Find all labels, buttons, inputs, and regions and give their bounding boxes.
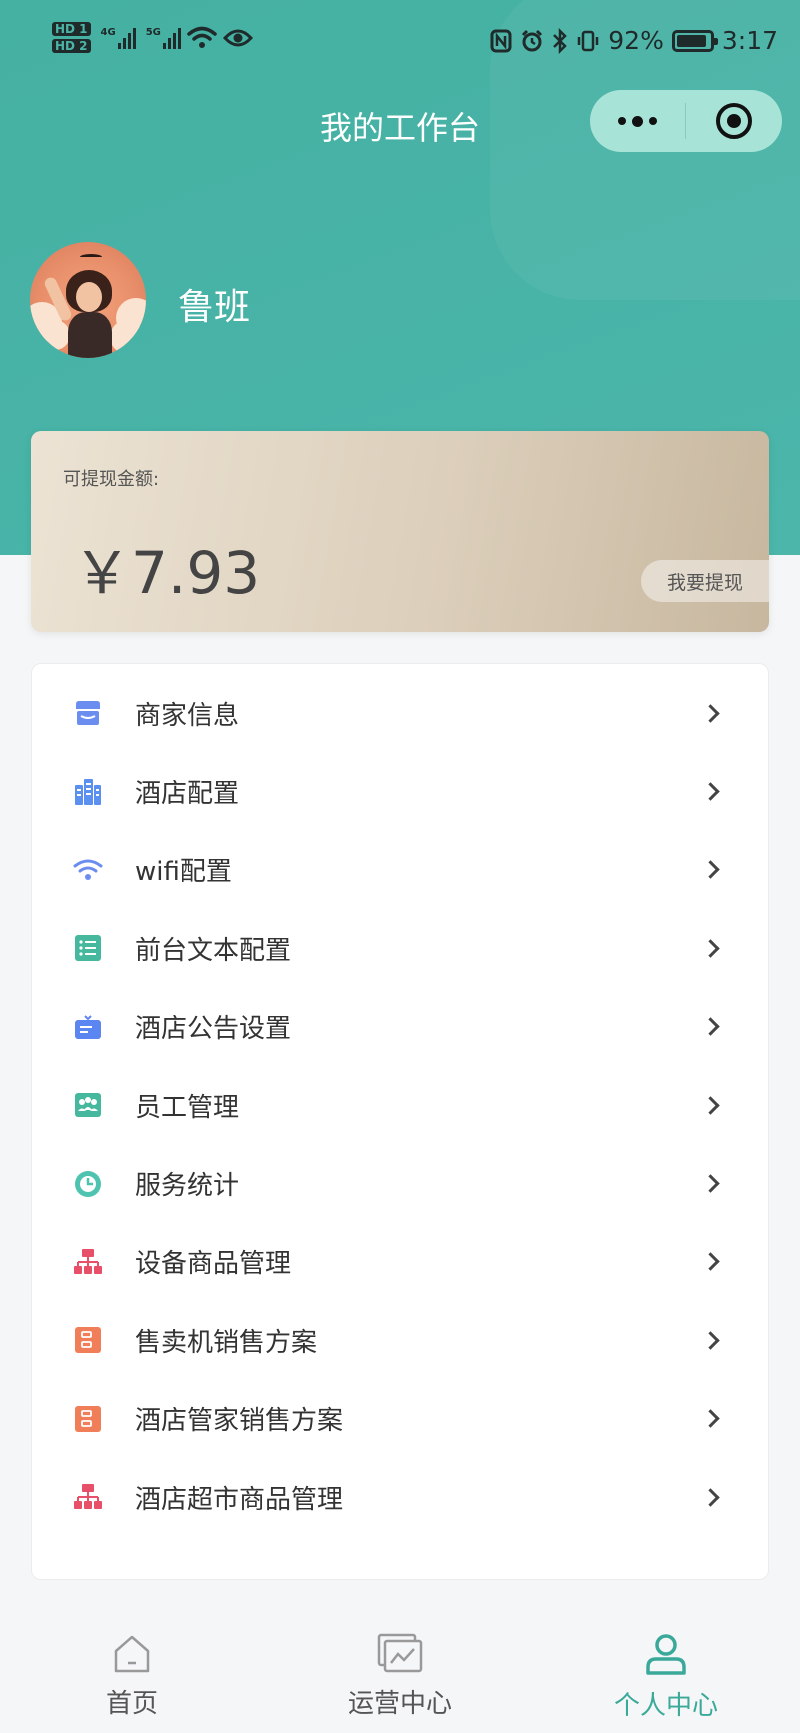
avatar[interactable] bbox=[30, 242, 146, 358]
chart-window-icon bbox=[377, 1633, 423, 1673]
alarm-icon bbox=[522, 29, 543, 51]
hd-badges: HD 1 HD 2 bbox=[52, 22, 91, 53]
hd-badge-2: HD 2 bbox=[52, 39, 91, 53]
menu-item-label: 酒店管家销售方案 bbox=[135, 1406, 344, 1437]
tab-label: 个人中心 bbox=[613, 1691, 718, 1721]
menu-item-frontdesk-text[interactable]: 前台文本配置 bbox=[32, 909, 768, 987]
balance-amount: ￥7.93 bbox=[73, 539, 261, 607]
tab-label: 首页 bbox=[105, 1689, 158, 1719]
hd-badge-1: HD 1 bbox=[52, 22, 91, 36]
chevron-right-icon bbox=[701, 1331, 720, 1350]
user-name: 鲁班 bbox=[178, 287, 251, 328]
chevron-right-icon bbox=[701, 860, 720, 880]
more-button[interactable] bbox=[590, 90, 685, 152]
chevron-right-icon bbox=[701, 939, 720, 958]
tab-home[interactable]: 首页 bbox=[32, 1633, 232, 1720]
more-dot-center bbox=[632, 115, 643, 127]
org-chart-icon bbox=[72, 1481, 104, 1513]
tab-label: 运营中心 bbox=[347, 1689, 452, 1719]
menu-item-service-stats[interactable]: 服务统计 bbox=[32, 1144, 768, 1222]
withdraw-button[interactable]: 我要提现 bbox=[641, 560, 769, 602]
menu-item-device-goods[interactable]: 设备商品管理 bbox=[32, 1223, 768, 1301]
cabinet-icon bbox=[72, 1324, 104, 1356]
menu-item-hotel-notice[interactable]: 酒店公告设置 bbox=[32, 988, 768, 1066]
menu-item-label: 酒店配置 bbox=[135, 779, 240, 810]
cabinet-icon bbox=[72, 1403, 104, 1435]
wifi-status-icon bbox=[187, 26, 217, 48]
tab-profile[interactable]: 个人中心 bbox=[566, 1633, 766, 1722]
miniprogram-capsule bbox=[590, 90, 782, 152]
battery-percent: 92% bbox=[608, 26, 664, 55]
staff-icon bbox=[72, 1089, 104, 1121]
menu-item-wifi-config[interactable]: wifi配置 bbox=[32, 831, 768, 909]
target-close-icon bbox=[715, 103, 752, 139]
chevron-right-icon bbox=[701, 1252, 720, 1272]
clock-chart-icon bbox=[72, 1168, 104, 1200]
tab-bar: 首页 运营中心 个人中心 bbox=[0, 1608, 800, 1733]
network-type-1: 4G bbox=[100, 26, 116, 38]
balance-card: 可提现金额: ￥7.93 我要提现 bbox=[31, 431, 769, 632]
menu-item-label: 售卖机销售方案 bbox=[135, 1327, 318, 1358]
signal-icon bbox=[117, 27, 136, 49]
chevron-right-icon bbox=[701, 1095, 720, 1115]
org-chart-icon bbox=[72, 1246, 104, 1278]
close-button[interactable] bbox=[686, 90, 781, 152]
chevron-right-icon bbox=[701, 1487, 720, 1507]
list-icon bbox=[72, 932, 104, 964]
status-left: HD 1 HD 2 4G 5G bbox=[52, 22, 253, 53]
menu-item-label: 设备商品管理 bbox=[135, 1249, 292, 1280]
status-right: 92% 3:17 bbox=[490, 26, 778, 55]
network-type-2: 5G bbox=[145, 26, 161, 38]
chevron-right-icon bbox=[701, 1409, 720, 1428]
menu-item-staff[interactable]: 员工管理 bbox=[32, 1066, 768, 1144]
wifi-icon bbox=[72, 854, 104, 886]
menu-item-label: 员工管理 bbox=[135, 1092, 240, 1123]
menu-item-vending-plan[interactable]: 售卖机销售方案 bbox=[32, 1301, 768, 1379]
home-icon bbox=[114, 1635, 150, 1673]
chevron-right-icon bbox=[701, 1174, 720, 1193]
menu-item-label: wifi配置 bbox=[135, 857, 232, 888]
store-icon bbox=[72, 697, 104, 729]
balance-label: 可提现金额: bbox=[63, 469, 160, 490]
tab-operations[interactable]: 运营中心 bbox=[300, 1633, 500, 1720]
eye-icon bbox=[222, 29, 253, 46]
signal-icon bbox=[162, 27, 181, 49]
clock-time: 3:17 bbox=[721, 26, 778, 55]
more-dot-right bbox=[649, 117, 657, 125]
person-icon bbox=[646, 1634, 686, 1675]
building-icon bbox=[72, 776, 104, 808]
more-dots-icon bbox=[618, 117, 626, 125]
menu-item-hotel-config[interactable]: 酒店配置 bbox=[32, 752, 768, 830]
notice-icon bbox=[72, 1011, 104, 1043]
menu-item-label: 酒店超市商品管理 bbox=[135, 1484, 344, 1515]
battery-icon bbox=[671, 29, 718, 52]
menu-item-label: 服务统计 bbox=[135, 1171, 240, 1202]
signal-group-2: 5G bbox=[146, 27, 181, 49]
vibrate-icon bbox=[578, 30, 599, 51]
menu-item-merchant-info[interactable]: 商家信息 bbox=[32, 674, 768, 752]
nfc-icon bbox=[490, 29, 512, 52]
chevron-right-icon bbox=[701, 782, 720, 801]
signal-group-1: 4G bbox=[101, 27, 136, 49]
chevron-right-icon bbox=[701, 1017, 720, 1036]
menu-item-butler-plan[interactable]: 酒店管家销售方案 bbox=[32, 1380, 768, 1458]
menu-item-market-goods[interactable]: 酒店超市商品管理 bbox=[32, 1458, 768, 1536]
menu-item-label: 商家信息 bbox=[135, 700, 240, 731]
chevron-right-icon bbox=[701, 703, 720, 723]
menu-item-label: 前台文本配置 bbox=[135, 935, 292, 966]
menu-item-label: 酒店公告设置 bbox=[135, 1014, 292, 1045]
menu-list: 商家信息 酒店配置 wifi配置 前台文本配置 酒店公告设置 员工管理 服务统计… bbox=[31, 663, 769, 1580]
bluetooth-icon bbox=[553, 27, 568, 54]
status-bar: HD 1 HD 2 4G 5G 92% 3:17 bbox=[0, 0, 800, 90]
